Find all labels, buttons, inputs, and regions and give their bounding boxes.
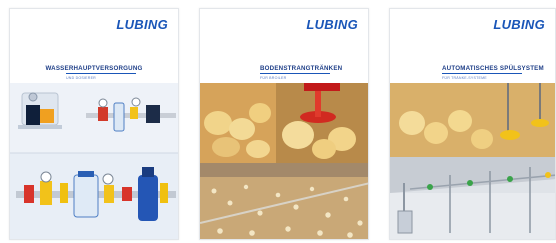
brochure-automatisches-spuelsystem[interactable]: LUBING AUTOMATISCHES SPÜLSYSTEM FÜR TRÄN… xyxy=(389,8,556,240)
title-underline xyxy=(260,73,330,74)
brochure-subtitle: FÜR TRÄNKE-SYSTEME xyxy=(442,76,487,80)
lubing-logo: LUBING xyxy=(306,17,358,32)
brochure-subtitle: FÜR BROILER xyxy=(260,76,287,80)
brochure-subtitle: UND DOSIERER xyxy=(66,76,96,80)
lubing-logo: LUBING xyxy=(493,17,545,32)
brochure-wasserhauptversorgung[interactable]: LUBING WASSERHAUPTVERSORGUNG UND DOSIERE… xyxy=(9,8,179,240)
brochure-title: BODENSTRANGTRÄNKEN xyxy=(260,65,343,72)
title-underline xyxy=(442,73,522,74)
title-underline xyxy=(66,73,136,74)
brochure-bodenstrangtraenken[interactable]: LUBING BODENSTRANGTRÄNKEN FÜR BROILER xyxy=(199,8,369,240)
photo-chicks-drinkers xyxy=(200,83,368,239)
lubing-logo: LUBING xyxy=(116,17,168,32)
brochure-title: AUTOMATISCHES SPÜLSYSTEM xyxy=(442,65,544,72)
photo-flushing-system xyxy=(390,83,555,239)
brochure-title: WASSERHAUPTVERSORGUNG xyxy=(45,65,143,72)
product-photo-dosing-pumps xyxy=(10,83,178,239)
